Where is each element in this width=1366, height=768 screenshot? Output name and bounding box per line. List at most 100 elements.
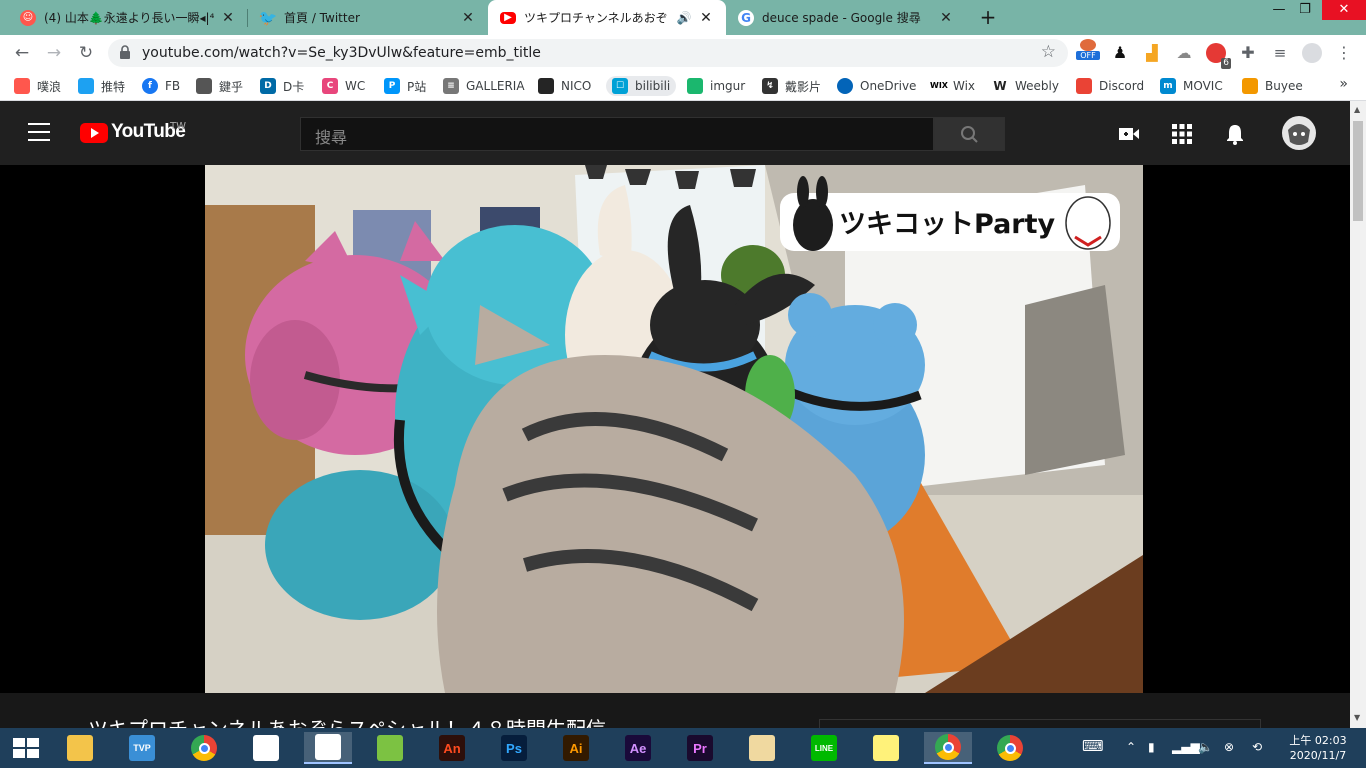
plurk-icon [14,78,30,94]
bookmark-discord[interactable]: Discord [1076,76,1144,96]
reload-icon[interactable]: ↻ [74,41,98,65]
taskbar-tvp[interactable]: TVP [118,732,166,764]
taskbar-label: Ps [506,740,522,756]
speaker-icon[interactable]: 🔊 [676,11,692,25]
taskbar-paint[interactable] [738,732,786,764]
extension-cloud-icon[interactable]: ☁ [1174,43,1194,63]
scroll-up-icon[interactable]: ▲ [1354,105,1360,114]
search-input[interactable]: 搜尋 [300,117,934,151]
bookmark-label: MOVIC [1183,79,1223,93]
back-arrow-icon[interactable]: ← [10,41,34,65]
taskbar-chrome[interactable] [180,732,228,764]
bookmark-onedrive[interactable]: OneDrive [837,76,916,96]
media-control-icon[interactable]: ≡ [1270,43,1290,63]
video-site-icon: ↯ [762,78,778,94]
taskbar-label: Ai [569,740,583,756]
puzzle-icon[interactable]: ✚ [1238,43,1258,63]
extension-chart-icon[interactable]: ▟ [1142,43,1162,63]
tab-youtube[interactable]: ▶ ツキプロチャンネルあおぞ 🔊 ✕ [488,0,726,35]
youtube-logo-icon[interactable] [80,123,108,143]
taskbar-clip-studio-2[interactable] [304,732,352,764]
menu-kebab-icon[interactable]: ⋮ [1334,43,1354,63]
bookmark-label: D卡 [283,79,305,94]
tab-twitter[interactable]: 🐦 首頁 / Twitter ✕ [248,0,488,35]
photoshop-icon: Ps [501,735,527,761]
taskbar-animate[interactable]: An [428,732,476,764]
discord-icon [1076,78,1092,94]
bookmark-wc[interactable]: C WC [322,76,365,96]
bookmark-buyee[interactable]: Buyee [1242,76,1303,96]
bookmark-imgur[interactable]: imgur [687,76,745,96]
create-video-icon[interactable] [1118,123,1140,145]
taskbar-file-explorer[interactable] [56,732,104,764]
search-placeholder: 搜尋 [315,128,348,147]
system-clock[interactable]: 上午 02:03 2020/11/7 [1283,733,1353,763]
forward-arrow-icon[interactable]: → [42,41,66,65]
video-player[interactable]: ツキコットParty [205,165,1143,693]
bookmark-twitter[interactable]: 推特 [78,76,125,96]
taskbar-chrome-3[interactable] [986,732,1034,764]
bookmark-bilibili[interactable]: ☐ bilibili [606,76,677,96]
search-button[interactable] [934,117,1005,151]
address-bar[interactable]: youtube.com/watch?v=Se_ky3DvUlw&feature=… [108,39,1068,67]
bookmark-label: FB [165,79,181,93]
new-tab-button[interactable]: + [976,5,1000,29]
taskbar-tennis-game[interactable] [366,732,414,764]
usb-icon[interactable]: ▮ [1148,740,1155,754]
extension-off-icon[interactable]: OFF [1076,39,1100,65]
bookmark-plurk[interactable]: 噗浪 [14,76,61,96]
bookmarks-more-button[interactable]: » [1339,76,1348,92]
bookmark-video[interactable]: ↯ 戴影片 [762,76,821,96]
tab-plurk[interactable]: ☺ (4) 山本🌲永遠より長い一瞬◂|⁴⁶ ✕ [8,0,248,35]
tennis-game-icon [377,735,403,761]
bookmark-label: NICO [561,79,592,93]
taskbar-line[interactable]: LINE [800,732,848,764]
taskbar-label: An [443,740,461,756]
scroll-down-icon[interactable]: ▼ [1354,713,1360,722]
galleria-icon: ≡ [443,78,459,94]
profile-avatar-icon[interactable] [1302,43,1322,63]
network-icon[interactable]: ▂▄▆ [1172,740,1200,754]
user-avatar[interactable] [1282,116,1316,150]
bookmark-galleria[interactable]: ≡ GALLERIA [443,76,525,96]
tab-close-icon[interactable]: ✕ [220,10,236,26]
bookmark-star-icon[interactable]: ☆ [1041,42,1056,62]
bookmark-dcard[interactable]: D D卡 [260,76,304,96]
close-circle-icon[interactable]: ⊗ [1224,740,1234,754]
taskbar-clip-studio[interactable] [242,732,290,764]
tab-close-icon[interactable]: ✕ [698,10,714,26]
bookmark-keyboard[interactable]: 鍵乎 [196,76,243,96]
apps-grid-icon[interactable] [1171,123,1193,145]
bookmark-pixiv[interactable]: P P站 [384,76,426,96]
tab-close-icon[interactable]: ✕ [460,10,476,26]
scrollbar-thumb[interactable] [1353,121,1363,221]
tab-google[interactable]: G deuce spade - Google 搜尋 ✕ [726,0,966,35]
show-hidden-icons-icon[interactable]: ⌃ [1126,740,1136,754]
notification-bell-icon[interactable] [1224,123,1246,145]
bookmark-weebly[interactable]: W Weebly [992,76,1059,96]
ime-icon[interactable]: ⟲ [1252,740,1262,754]
touch-keyboard-icon[interactable]: ⌨ [1082,737,1104,755]
clock-date: 2020/11/7 [1289,749,1347,762]
extension-adblock-icon[interactable]: 6 [1206,43,1231,69]
country-code: TW [170,121,186,132]
taskbar-premiere[interactable]: Pr [676,732,724,764]
bookmark-wix[interactable]: WIX Wix [930,76,975,96]
close-window-button[interactable]: ✕ [1322,0,1366,20]
page-scrollbar[interactable]: ▲ ▼ [1350,101,1366,728]
bookmark-facebook[interactable]: f FB [142,76,180,96]
taskbar-photoshop[interactable]: Ps [490,732,538,764]
bookmark-nico[interactable]: NICO [538,76,591,96]
volume-icon[interactable]: 🔈 [1198,740,1213,754]
tab-close-icon[interactable]: ✕ [938,10,954,26]
taskbar-illustrator[interactable]: Ai [552,732,600,764]
restore-button[interactable]: ❐ [1288,0,1322,20]
windows-start-icon[interactable] [13,738,39,758]
taskbar-after-effects[interactable]: Ae [614,732,662,764]
tab-title: ツキプロチャンネルあおぞ [524,11,668,25]
taskbar-chrome-2[interactable] [924,732,972,764]
hamburger-menu-icon[interactable] [28,123,50,143]
bookmark-movic[interactable]: m MOVIC [1160,76,1223,96]
taskbar-sticky-notes[interactable] [862,732,910,764]
extension-spy-icon[interactable]: ♟ [1110,43,1130,63]
